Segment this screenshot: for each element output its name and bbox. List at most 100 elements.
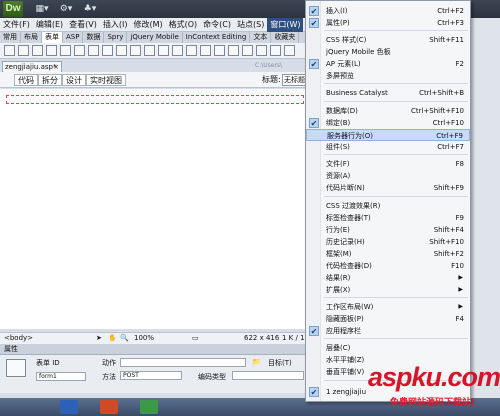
menu-item-2[interactable]: CSS 样式(C) Shift+F11 [306,34,470,46]
jump-menu-icon[interactable] [116,45,127,56]
menu-item-23[interactable]: 隐藏面板(P) F4 [306,313,470,325]
action-field[interactable] [120,358,246,367]
menu-item-10[interactable]: 组件(S) Ctrl+F7 [306,141,470,153]
menu-item-3[interactable]: jQuery Mobile 色板 [306,46,470,58]
menu-item-22[interactable]: 工作区布局(W) ▶ [306,301,470,313]
tab-jquery-mobile[interactable]: jQuery Mobile [127,32,183,43]
status-bar: <body> ➤ ✋ 🔍 100% ▭ 622 x 416 1 K / 1 秒 [0,332,310,353]
spry-select-icon[interactable] [242,45,253,56]
tab-common[interactable]: 常用 [0,32,21,43]
menu-item-shortcut: Ctrl+Shift+F10 [410,107,464,115]
live-view-button[interactable]: 实时视图 [86,74,126,86]
folder-icon[interactable]: 📁 [252,358,261,366]
close-icon[interactable]: × [53,62,59,72]
menu-item-13[interactable]: 代码片断(N) Shift+F9 [306,182,470,194]
tab-favorites[interactable]: 收藏夹 [271,32,300,43]
spry-checkbox-icon[interactable] [228,45,239,56]
menu-file[interactable]: 文件(F) [0,18,33,32]
menu-item-4[interactable]: ✔ AP 元素(L) F2 [306,58,470,70]
spry-confirm-icon[interactable] [270,45,281,56]
radio-icon[interactable] [74,45,85,56]
list-menu-icon[interactable] [102,45,113,56]
zoom-icon[interactable]: 🔍 [120,333,129,344]
label-icon[interactable] [172,45,183,56]
tab-data[interactable]: 数据 [83,32,105,43]
spry-textarea-icon[interactable] [214,45,225,56]
menu-item-6[interactable]: Business Catalyst Ctrl+Shift+B [306,87,470,99]
menu-item-1[interactable]: ✔ 属性(P) Ctrl+F3 [306,17,470,29]
properties-header[interactable]: 属性 [0,344,310,355]
code-view-button[interactable]: 代码 [14,74,38,86]
menu-item-shortcut: F4 [455,315,464,323]
desktop-size-icon[interactable]: ▭ [192,333,199,344]
tab-spry[interactable]: Spry [104,32,128,43]
split-view-button[interactable]: 拆分 [38,74,62,86]
menu-item-21[interactable]: 扩展(X) ▶ [306,284,470,296]
layout-icon[interactable]: ▦▾ [34,3,50,15]
checkbox-icon[interactable] [60,45,71,56]
menu-item-7[interactable]: 数据库(D) Ctrl+Shift+F10 [306,105,470,117]
method-select[interactable]: POST [120,371,182,380]
menu-item-12[interactable]: 资源(A) [306,170,470,182]
menu-item-24[interactable]: ✔ 应用程序栏 [306,325,470,337]
tab-layout[interactable]: 布局 [21,32,42,43]
radio-group-icon[interactable] [88,45,99,56]
image-field-icon[interactable] [130,45,141,56]
menu-window[interactable]: 窗口(W) [267,18,304,32]
spry-password-icon[interactable] [256,45,267,56]
button-icon[interactable] [158,45,169,56]
menu-item-17[interactable]: 历史记录(H) Shift+F10 [306,236,470,248]
document-path: C:\Users\ [255,62,283,69]
menu-item-0[interactable]: ✔ 插入(I) Ctrl+F2 [306,5,470,17]
tab-incontext[interactable]: InContext Editing [183,32,251,43]
fieldset-icon[interactable] [186,45,197,56]
form-id-field[interactable]: form1 [36,372,86,381]
textarea-icon[interactable] [46,45,57,56]
tag-selector[interactable]: <body> [4,333,33,344]
menu-item-11[interactable]: 文件(F) F8 [306,158,470,170]
hidden-field-icon[interactable] [32,45,43,56]
pointer-icon[interactable]: ➤ [96,333,102,344]
word-icon[interactable] [60,400,78,414]
menu-modify[interactable]: 修改(M) [130,18,165,32]
spry-radio-icon[interactable] [284,45,295,56]
text-field-icon[interactable] [18,45,29,56]
menu-item-16[interactable]: 行为(E) Shift+F4 [306,224,470,236]
menu-edit[interactable]: 编辑(E) [33,18,66,32]
site-icon[interactable]: ♣▾ [82,3,98,15]
document-tab[interactable]: zengjiajiu.asp* × [2,61,62,72]
form-icon[interactable] [4,45,15,56]
watermark: aspku.com 免费网站源码下载站! [368,362,500,408]
menu-item-20[interactable]: 结果(R) ▶ [306,272,470,284]
dreamweaver-task-icon[interactable] [140,400,158,414]
menu-item-19[interactable]: 代码检查器(D) F10 [306,260,470,272]
menu-item-18[interactable]: 框架(M) Shift+F2 [306,248,470,260]
menu-site[interactable]: 站点(S) [234,18,267,32]
tab-forms[interactable]: 表单 [42,32,63,43]
window-size[interactable]: 622 x 416 [244,333,279,344]
menu-item-5[interactable]: 多屏预览 [306,70,470,82]
check-icon: ✔ [309,59,319,69]
tab-text[interactable]: 文本 [250,32,272,43]
menu-item-9[interactable]: 服务器行为(O) Ctrl+F9 [306,129,470,141]
spry-validation-icon[interactable] [200,45,211,56]
extend-icon[interactable]: ⚙▾ [58,3,74,15]
hand-icon[interactable]: ✋ [108,333,117,344]
menu-insert[interactable]: 插入(I) [100,18,131,32]
powerpoint-icon[interactable] [100,400,118,414]
menu-item-15[interactable]: 标签检查器(T) F9 [306,212,470,224]
form-outline[interactable] [6,95,304,104]
enctype-select[interactable] [232,371,304,380]
menu-item-25[interactable]: 层叠(C) [306,342,470,354]
design-view-button[interactable]: 设计 [62,74,86,86]
file-field-icon[interactable] [144,45,155,56]
menu-item-label: jQuery Mobile 色板 [326,48,391,56]
tab-asp[interactable]: ASP [63,32,84,43]
menu-item-14[interactable]: CSS 过渡效果(R) [306,200,470,212]
menu-item-label: 水平平铺(Z) [326,356,365,364]
menu-item-8[interactable]: ✔ 绑定(B) Ctrl+F10 [306,117,470,129]
menu-format[interactable]: 格式(O) [166,18,201,32]
menu-command[interactable]: 命令(C) [200,18,234,32]
menu-view[interactable]: 查看(V) [66,18,100,32]
zoom-level[interactable]: 100% [134,333,154,344]
